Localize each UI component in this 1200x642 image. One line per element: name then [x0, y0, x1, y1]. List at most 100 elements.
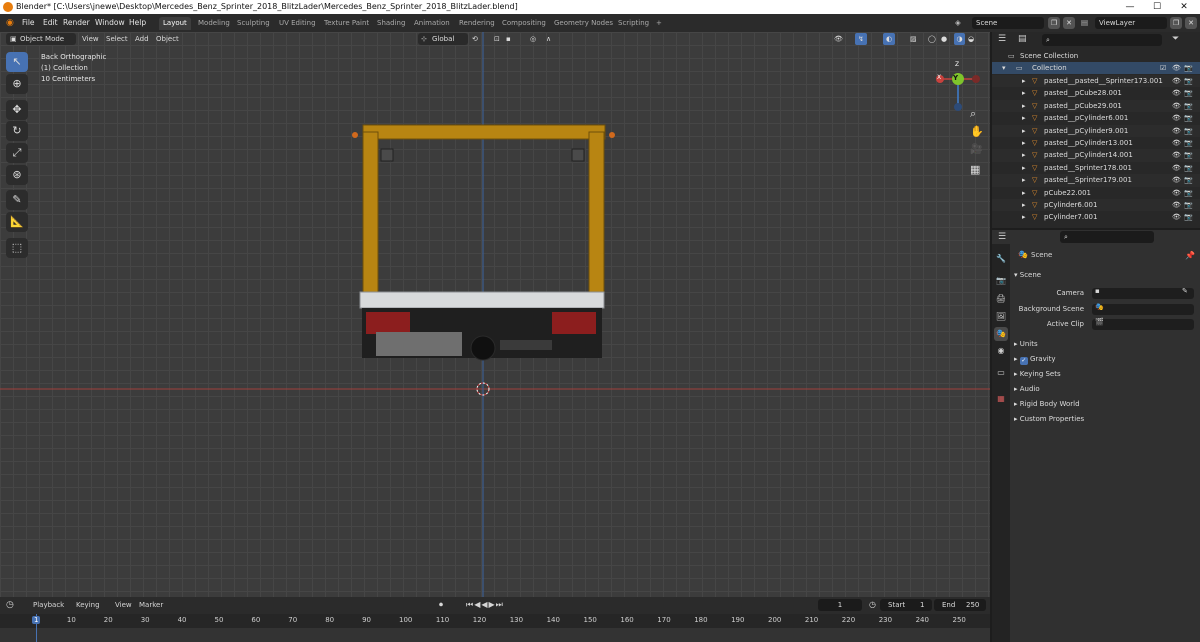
tab-uv-editing[interactable]: UV Editing	[275, 17, 320, 30]
expand-icon[interactable]: ▸	[1022, 199, 1026, 211]
outliner-item[interactable]: ▸ ▽ pasted__pCube29.001 👁 📷	[992, 99, 1200, 113]
hide-toggle-icon[interactable]: 👁	[1172, 174, 1181, 186]
tab-rendering[interactable]: Rendering	[455, 17, 499, 30]
navigation-gizmo[interactable]: Y X Z	[932, 61, 984, 119]
render-toggle-icon[interactable]: 📷	[1184, 75, 1193, 87]
add-workspace-button[interactable]: +	[652, 17, 666, 30]
render-toggle-icon[interactable]: 📷	[1184, 162, 1193, 174]
cursor-tool-icon[interactable]: ⊕	[6, 74, 28, 94]
camera-field[interactable]: ▪ ✎	[1092, 287, 1194, 299]
tab-compositing[interactable]: Compositing	[498, 17, 550, 30]
outliner-item[interactable]: ▸ ▽ pCylinder7.001 👁 📷	[992, 211, 1200, 223]
expand-icon[interactable]: ▾	[1002, 62, 1006, 74]
solid-shading-icon[interactable]: ●	[941, 33, 947, 45]
measure-tool-icon[interactable]: 📐	[6, 212, 28, 232]
active-clip-field[interactable]: 🎬	[1092, 318, 1194, 330]
tab-texture-paint[interactable]: Texture Paint	[320, 17, 373, 30]
view-menu[interactable]: View	[82, 33, 99, 45]
gravity-panel-header[interactable]: ▸ ✓ Gravity	[1014, 353, 1194, 365]
tab-scripting[interactable]: Scripting	[614, 17, 653, 30]
camera-view-icon[interactable]: 🎥	[970, 144, 982, 155]
perspective-toggle-icon[interactable]: ▦	[970, 163, 980, 176]
expand-icon[interactable]: ▸	[1022, 112, 1026, 124]
hide-toggle-icon[interactable]: 👁	[1172, 162, 1181, 174]
rendered-shading-icon[interactable]: ◒	[968, 33, 974, 45]
select-box-tool-icon[interactable]: ↖	[6, 52, 28, 72]
scene-panel-header[interactable]: ▾ Scene	[1014, 269, 1194, 281]
outliner-item[interactable]: ▸ ▽ pCylinder6.001 👁 📷	[992, 199, 1200, 212]
menu-window[interactable]: Window	[95, 17, 125, 29]
hide-toggle-icon[interactable]: 👁	[1172, 149, 1181, 161]
collection-row[interactable]: ▾ ▭ Collection ☑ 👁 📷	[992, 62, 1200, 75]
outliner-item[interactable]: ▸ ▽ pasted__Sprinter179.001 👁 📷	[992, 174, 1200, 187]
marker-menu[interactable]: Marker	[139, 601, 163, 609]
expand-icon[interactable]: ▸	[1022, 211, 1026, 223]
expand-icon[interactable]: ▸	[1022, 187, 1026, 199]
outliner-item[interactable]: ▸ ▽ pasted__pCylinder6.001 👁 📷	[992, 112, 1200, 124]
expand-icon[interactable]: ▸	[1022, 137, 1026, 149]
hide-toggle-icon[interactable]: 👁	[1172, 75, 1181, 87]
rotate-tool-icon[interactable]: ↻	[6, 121, 28, 141]
select-menu[interactable]: Select	[106, 33, 128, 45]
current-frame-field[interactable]: 1	[818, 599, 862, 611]
properties-editor-type-icon[interactable]: ☰	[998, 232, 1006, 242]
hide-toggle-icon[interactable]: 👁	[1172, 211, 1181, 223]
outliner-item[interactable]: ▸ ▽ pasted__Sprinter178.001 👁 📷	[992, 162, 1200, 174]
auto-keying-icon[interactable]: ⏺	[439, 600, 443, 610]
render-toggle-icon[interactable]: 📷	[1184, 137, 1193, 149]
snap-icon[interactable]: ⊡	[494, 33, 500, 45]
proportional-editing-icon[interactable]: ◎	[530, 33, 536, 45]
wireframe-shading-icon[interactable]: ◯	[928, 33, 936, 45]
outliner-item[interactable]: ▸ ▽ pasted__pasted__Sprinter173.001 👁 📷	[992, 75, 1200, 88]
display-mode-icon[interactable]: ▤	[1018, 34, 1027, 44]
keying-sets-panel-header[interactable]: ▸ Keying Sets	[1014, 368, 1194, 380]
zoom-icon[interactable]: ⌕	[970, 107, 976, 121]
texture-tab-icon[interactable]: ▦	[994, 392, 1008, 406]
maximize-button[interactable]: ☐	[1143, 0, 1171, 14]
annotate-tool-icon[interactable]: ✎	[6, 190, 28, 210]
render-tab-icon[interactable]: 📷	[994, 274, 1008, 288]
visibility-icon[interactable]: 👁	[834, 33, 843, 45]
hide-toggle-icon[interactable]: 👁	[1172, 187, 1181, 199]
object-menu[interactable]: Object	[156, 33, 179, 45]
menu-help[interactable]: Help	[129, 17, 146, 29]
gizmo-toggle-icon[interactable]: ↯	[855, 33, 867, 45]
expand-icon[interactable]: ▸	[1022, 125, 1026, 137]
render-toggle-icon[interactable]: 📷	[1184, 149, 1193, 161]
delete-view-layer-icon[interactable]: ✕	[1185, 17, 1197, 29]
tab-sculpting[interactable]: Sculpting	[233, 17, 274, 30]
tool-tab-icon[interactable]: 🔧	[994, 252, 1008, 266]
keying-menu[interactable]: Keying	[76, 601, 100, 609]
start-frame-field[interactable]: Start 1	[880, 599, 932, 611]
timeline-track-area[interactable]	[0, 628, 990, 642]
3d-viewport[interactable]: Y X Z ⌕ ✋ 🎥 ▦ Back Orthographic (1) Coll…	[0, 32, 990, 597]
hide-toggle-icon[interactable]: 👁	[1172, 125, 1181, 137]
scene-field[interactable]: Scene	[972, 17, 1044, 29]
expand-icon[interactable]: ▸	[1022, 174, 1026, 186]
menu-file[interactable]: File	[22, 17, 35, 29]
preview-range-icon[interactable]: ◷	[869, 600, 876, 609]
custom-properties-panel-header[interactable]: ▸ Custom Properties	[1014, 413, 1194, 425]
overlay-toggle-icon[interactable]: ◐	[883, 33, 895, 45]
background-scene-field[interactable]: 🎭	[1092, 303, 1194, 315]
hide-toggle-icon[interactable]: 👁	[1172, 199, 1181, 211]
material-shading-icon[interactable]: ◑	[954, 33, 965, 45]
hide-toggle-icon[interactable]: 👁	[1172, 62, 1181, 74]
new-scene-icon[interactable]: ❐	[1048, 17, 1060, 29]
outliner-item[interactable]: ▸ ▽ pasted__pCylinder14.001 👁 📷	[992, 149, 1200, 162]
xray-icon[interactable]: ▨	[910, 33, 917, 45]
hide-toggle-icon[interactable]: 👁	[1172, 137, 1181, 149]
render-toggle-icon[interactable]: 📷	[1184, 125, 1193, 137]
add-cube-tool-icon[interactable]: ⬚	[6, 238, 28, 258]
new-view-layer-icon[interactable]: ❐	[1170, 17, 1182, 29]
move-tool-icon[interactable]: ✥	[6, 100, 28, 120]
render-toggle-icon[interactable]: 📷	[1184, 112, 1193, 124]
tab-shading[interactable]: Shading	[373, 17, 409, 30]
add-menu[interactable]: Add	[135, 33, 149, 45]
render-toggle-icon[interactable]: 📷	[1184, 211, 1193, 223]
tab-layout[interactable]: Layout	[159, 17, 191, 30]
timeline-view-menu[interactable]: View	[115, 601, 132, 609]
outliner-search-input[interactable]: ⌕	[1042, 34, 1162, 46]
transform-tool-icon[interactable]: ⊛	[6, 165, 28, 185]
playback-menu[interactable]: Playback	[33, 601, 64, 609]
